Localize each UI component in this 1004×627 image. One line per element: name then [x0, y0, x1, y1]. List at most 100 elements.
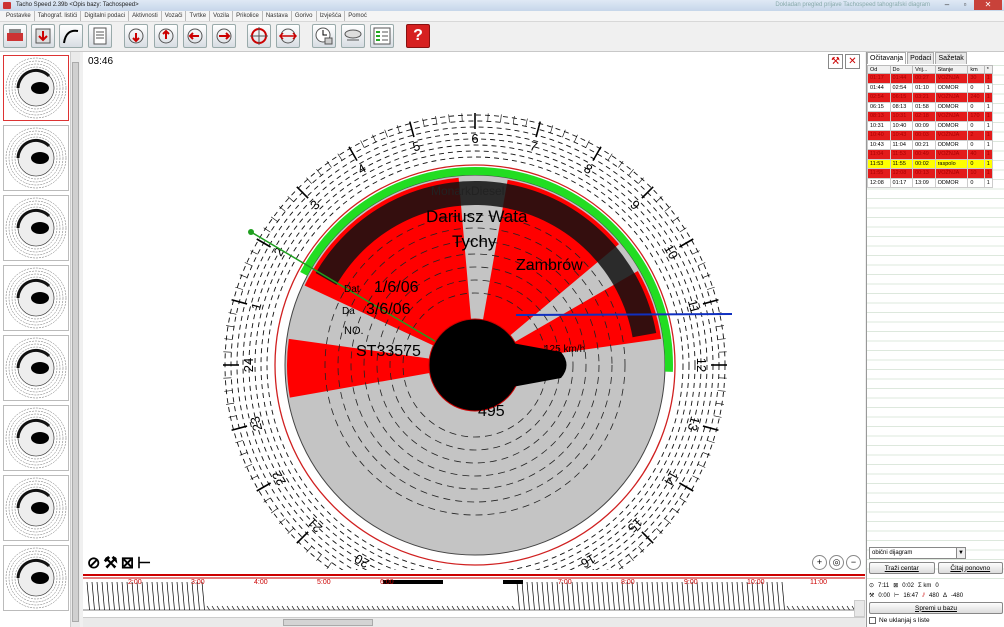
horizontal-scrollbar[interactable]	[83, 617, 865, 627]
disc-thumbnail[interactable]	[3, 55, 69, 121]
checkbox-box[interactable]	[869, 617, 876, 624]
import-icon[interactable]	[31, 24, 55, 48]
table-row[interactable]: 01:17 01:44 00:27 VOŽNJA 30 1	[867, 73, 994, 84]
table-row[interactable]: 11:53 11:55 00:02 raspolo 0 1	[867, 158, 994, 169]
thumbnail-scrollbar[interactable]	[70, 52, 80, 627]
availability-icon: ⊠	[893, 583, 899, 589]
cell-x: 1	[983, 149, 994, 160]
readings-grid: Od Do Vrij... Stanje km * 01:17 01:44 00:2…	[867, 65, 1004, 585]
cell-x: 1	[983, 101, 994, 112]
scan-icon[interactable]	[3, 24, 27, 48]
menu-vozila[interactable]: Vozila	[210, 11, 234, 21]
disc-thumbnail-list	[0, 52, 80, 627]
table-row[interactable]: 10:31 10:40 00:09 ODMOR 0 1	[867, 120, 994, 131]
col-km[interactable]: km	[967, 65, 985, 74]
table-row[interactable]: 01:44 02:54 01:10 ODMOR 0 1	[867, 82, 994, 93]
cell-x: 1	[983, 177, 994, 188]
cell-do: 02:54	[889, 82, 914, 93]
overlay-icon[interactable]: ⚒	[828, 54, 843, 69]
minimize-button[interactable]: –	[938, 0, 956, 10]
zoom-out-icon[interactable]: −	[846, 555, 861, 570]
menu-aktivnosti[interactable]: Aktivnosti	[129, 11, 162, 21]
tab-ocitavanja[interactable]: Očitavanja	[867, 52, 907, 64]
chevron-down-icon: ▼	[956, 548, 965, 558]
tab-sazetak[interactable]: Sažetak	[935, 52, 967, 64]
menu-tahograf-listici[interactable]: Tahograf. listići	[35, 11, 82, 21]
menu-tvrtke[interactable]: Tvrtke	[186, 11, 211, 21]
cell-km: 0	[967, 101, 985, 112]
rotate-up-icon[interactable]	[154, 24, 178, 48]
curve-icon[interactable]	[59, 24, 83, 48]
col-do[interactable]: Do	[889, 65, 914, 74]
col-vrij[interactable]: Vrij...	[912, 65, 936, 74]
table-row[interactable]: 02:54 06:15 03:21 VOŽNJA 240 1	[867, 92, 994, 103]
reread-button[interactable]: Čitaj ponovno	[937, 562, 1003, 574]
disc-thumbnail[interactable]	[3, 195, 69, 261]
cell-km: 0	[967, 177, 985, 188]
diagram-type-select[interactable]: obični dijagram ▼	[869, 547, 966, 559]
activity-timeline-strip[interactable]: 7:008:009:0010:0011:0012:0013:002:003:00…	[83, 574, 954, 617]
menu-digitalni-podaci[interactable]: Digitalni podaci	[81, 11, 130, 21]
help-icon[interactable]: ?	[406, 24, 430, 48]
cell-do: 08:13	[889, 101, 914, 112]
close-button[interactable]: ✕	[974, 0, 1002, 10]
table-row[interactable]: 12:08 01:17 13:09 ODMOR 0 1	[867, 177, 994, 188]
col-flag[interactable]: *	[983, 65, 994, 74]
menu-gorivo[interactable]: Gorivo	[292, 11, 317, 21]
cell-do: 11:53	[889, 149, 914, 160]
table-row[interactable]: 06:15 08:13 01:58 ODMOR 0 1	[867, 101, 994, 112]
keep-in-list-checkbox[interactable]: Ne uklanjaj s liste	[869, 617, 930, 624]
strip-scroll-button[interactable]	[854, 600, 865, 617]
clock-edit-icon[interactable]	[312, 24, 336, 48]
zoom-center-icon[interactable]: ◎	[829, 555, 844, 570]
disc-date-label: Dat	[344, 284, 360, 295]
move-icon[interactable]	[276, 24, 300, 48]
drive-time-value: 7:11	[878, 583, 890, 589]
strip-time-label: 4:00	[254, 579, 268, 586]
close-overlay-icon[interactable]: ✕	[845, 54, 860, 69]
cell-stanje: VOŽNJA	[934, 73, 969, 84]
svg-text:6: 6	[471, 131, 478, 146]
table-row[interactable]: 08:13 10:31 02:18 VOŽNJA 170 1	[867, 111, 994, 122]
rotate-left-icon[interactable]	[183, 24, 207, 48]
save-to-db-button[interactable]: Spremi u bazu	[869, 602, 1003, 614]
cell-od: 01:17	[867, 73, 891, 84]
target-icon[interactable]	[247, 24, 271, 48]
table-row[interactable]: 11:04 11:53 00:49 VOŽNJA 40 1	[867, 149, 994, 160]
activity-legend: ⊘ ⚒ ⊠ ⊢	[87, 553, 151, 573]
menu-prikolice[interactable]: Prikolice	[233, 11, 263, 21]
menu-vozaci[interactable]: Vozači	[162, 11, 187, 21]
strip-time-label: 3:00	[191, 579, 205, 586]
menu-pomoc[interactable]: Pomoć	[345, 11, 370, 21]
cell-od: 11:55	[867, 168, 891, 179]
table-row[interactable]: 11:55 12:08 00:13 VOŽNJA 10 1	[867, 168, 994, 179]
disc-thumbnail[interactable]	[3, 405, 69, 471]
disc-thumbnail[interactable]	[3, 335, 69, 401]
maximize-button[interactable]: ▫	[956, 0, 974, 10]
availability-value: 0:02	[902, 583, 914, 589]
table-row[interactable]: 10:43 11:04 00:21 ODMOR 0 1	[867, 139, 994, 150]
report-icon[interactable]	[370, 24, 394, 48]
col-stanje[interactable]: Stanje	[934, 65, 969, 74]
disc-thumbnail[interactable]	[3, 265, 69, 331]
zoom-in-icon[interactable]: +	[812, 555, 827, 570]
table-row[interactable]: 10:40 10:43 00:03 VOŽNJA 2 1	[867, 130, 994, 141]
cell-x: 1	[983, 73, 994, 84]
cell-x: 1	[983, 92, 994, 103]
menu-izvjesca[interactable]: Izvješća	[317, 11, 346, 21]
svg-text:24: 24	[241, 358, 256, 372]
col-od[interactable]: Od	[867, 65, 891, 74]
cell-od: 11:04	[867, 149, 891, 160]
menu-nastava[interactable]: Nastava	[263, 11, 292, 21]
rotate-right-icon[interactable]	[212, 24, 236, 48]
rotate-down-icon[interactable]	[124, 24, 148, 48]
tachograph-disc[interactable]: 678910111213141516171819202122232412345 …	[216, 52, 732, 570]
disc-thumbnail[interactable]	[3, 125, 69, 191]
disc-thumbnail[interactable]	[3, 545, 69, 611]
find-center-button[interactable]: Traži centar	[869, 562, 935, 574]
disc-settings-icon[interactable]	[341, 24, 365, 48]
disc-thumbnail[interactable]	[3, 475, 69, 541]
tab-podaci[interactable]: Podaci	[907, 52, 935, 64]
document-icon[interactable]	[88, 24, 112, 48]
menu-postavke[interactable]: Postavke	[3, 11, 35, 21]
